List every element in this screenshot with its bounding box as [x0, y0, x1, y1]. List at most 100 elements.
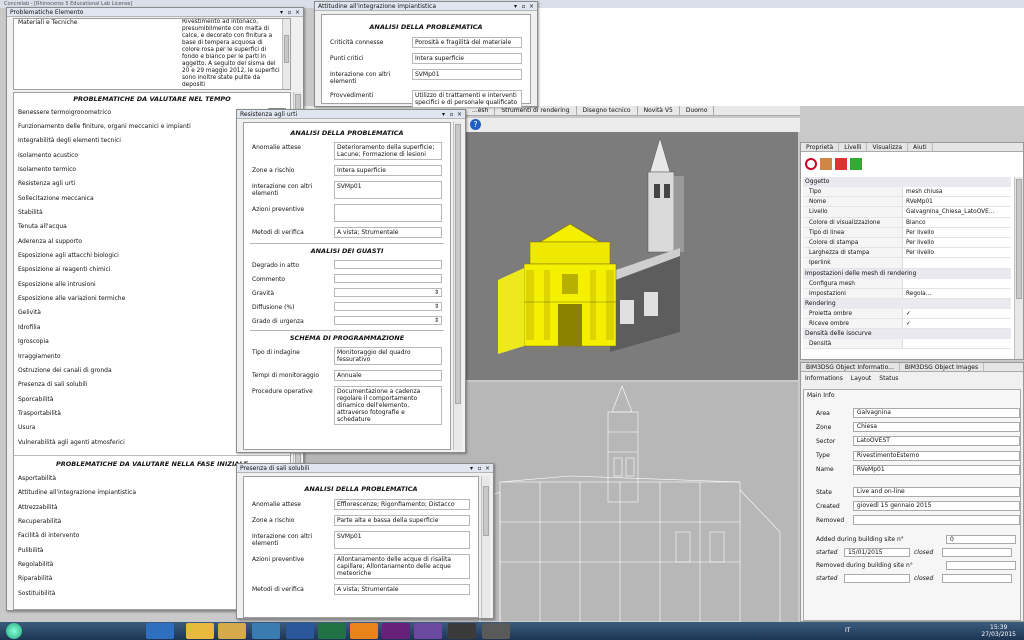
pin-icon[interactable]: ▾ — [279, 8, 284, 16]
tab-properties[interactable]: Proprietà — [801, 143, 840, 151]
field-value[interactable] — [334, 274, 442, 283]
field-value[interactable]: SVMp01 — [334, 531, 470, 549]
menu-layout[interactable]: Layout — [851, 375, 871, 383]
vlc-icon[interactable] — [350, 623, 378, 639]
clock[interactable]: 15:39 27/03/2015 — [981, 624, 1016, 638]
field-value[interactable]: Parte alta e bassa della superficie — [334, 515, 470, 526]
tab-bim-info[interactable]: BIM3DSG Object Informatio... — [801, 363, 900, 371]
dropdown-arrow-icon[interactable]: ⇕ — [434, 289, 439, 296]
tab-bim-images[interactable]: BIM3DSG Object Images — [900, 363, 985, 371]
sali-scrollbar[interactable] — [481, 476, 490, 618]
folder-icon[interactable] — [218, 623, 246, 639]
restore-icon[interactable]: ▫ — [477, 464, 482, 472]
tab-duomo[interactable]: Duomo — [680, 106, 715, 115]
closed-value-2[interactable] — [942, 574, 1012, 583]
properties-scrollbar[interactable] — [1014, 177, 1023, 359]
dropdown-arrow-icon[interactable]: ⇕ — [434, 317, 439, 324]
description-scrollbar[interactable] — [282, 19, 290, 89]
field-value[interactable]: Documentazione a cadenza regolare il com… — [334, 386, 442, 425]
field-value[interactable]: Porosità e fragilità del materiale — [412, 37, 522, 48]
field-value[interactable]: SVMp01 — [334, 181, 442, 199]
property-value[interactable]: RVeMp01 — [903, 197, 1011, 206]
help-icon[interactable]: ? — [470, 119, 481, 130]
menu-informations[interactable]: Informations — [805, 375, 843, 383]
property-value[interactable]: Galvagnina_Chiesa_LatoOVE... — [903, 207, 1011, 216]
close-icon[interactable]: × — [529, 2, 534, 10]
field-value[interactable]: Annuale — [334, 370, 442, 381]
visual-studio-icon[interactable] — [382, 623, 410, 639]
started-value-2[interactable] — [844, 574, 910, 583]
tab-technical-drawing[interactable]: Disegno tecnico — [577, 106, 638, 115]
menu-status[interactable]: Status — [879, 375, 898, 383]
close-icon[interactable]: × — [295, 8, 300, 16]
restore-icon[interactable]: ▫ — [521, 2, 526, 10]
material-icon[interactable] — [820, 158, 832, 170]
info-value[interactable]: Galvagnina — [852, 408, 1020, 419]
info-value[interactable] — [852, 515, 1020, 526]
info-value[interactable]: LatoOVEST — [852, 436, 1020, 447]
info-value[interactable]: RVeMp01 — [852, 464, 1020, 475]
explorer-icon[interactable] — [186, 623, 214, 639]
excel-icon[interactable] — [318, 623, 346, 639]
close-icon[interactable]: × — [457, 110, 462, 118]
word-icon[interactable] — [286, 623, 314, 639]
start-button[interactable] — [6, 623, 22, 639]
field-value[interactable] — [334, 204, 442, 222]
info-value[interactable]: Live and on-line — [852, 487, 1020, 498]
field-value[interactable]: ⇕ — [334, 316, 442, 325]
property-value[interactable]: Bianco — [903, 218, 1011, 227]
field-value[interactable]: Intera superficie — [334, 165, 442, 176]
property-value[interactable] — [903, 279, 1011, 288]
field-value[interactable]: Utilizzo di trattamenti e interventi spe… — [412, 90, 522, 108]
tab-display[interactable]: Visualizza — [867, 143, 909, 151]
removed-building-value[interactable] — [946, 561, 1016, 570]
command-history-area[interactable] — [536, 8, 1024, 106]
field-value[interactable]: Monitoraggio del quadro fessurativo — [334, 347, 442, 365]
dropdown-arrow-icon[interactable]: ⇕ — [434, 303, 439, 310]
remote-icon[interactable] — [252, 623, 280, 639]
sali-titlebar[interactable]: Presenza di sali solubili ▾ ▫ × — [237, 464, 493, 473]
restore-icon[interactable]: ▫ — [449, 110, 454, 118]
field-value[interactable]: ⇕ — [334, 302, 442, 311]
restore-icon[interactable]: ▫ — [287, 8, 292, 16]
pin-icon[interactable]: ▾ — [513, 2, 518, 10]
rhino-icon[interactable] — [448, 623, 476, 639]
info-value[interactable]: giovedì 15 gennaio 2015 — [852, 501, 1020, 512]
tab-help[interactable]: Aiuti — [908, 143, 933, 151]
started-value[interactable]: 15/01/2015 — [844, 548, 910, 557]
field-value[interactable]: ⇕ — [334, 288, 442, 297]
tool-icon[interactable] — [482, 623, 510, 639]
field-value[interactable]: A vista; Strumentale — [334, 227, 442, 238]
property-value[interactable]: Per livello — [903, 248, 1011, 257]
resistenza-scrollbar[interactable] — [453, 122, 462, 450]
field-value[interactable]: Allontanamento delle acque di risalita c… — [334, 554, 470, 579]
info-value[interactable]: Chiesa — [852, 422, 1020, 433]
texture-icon[interactable] — [850, 158, 862, 170]
pin-icon[interactable]: ▾ — [441, 110, 446, 118]
tab-layers[interactable]: Livelli — [839, 143, 868, 151]
property-value[interactable]: ✓ — [903, 309, 1011, 318]
close-icon[interactable]: × — [485, 464, 490, 472]
tab-new-v5[interactable]: Novità V5 — [638, 106, 680, 115]
resistenza-titlebar[interactable]: Resistenza agli urti ▾ ▫ × — [237, 110, 465, 119]
pin-icon[interactable]: ▾ — [469, 464, 474, 472]
field-value[interactable]: SVMp01 — [412, 69, 522, 80]
info-value[interactable]: RivestimentoEsterno — [852, 450, 1020, 461]
object-props-icon[interactable] — [805, 158, 817, 170]
light-icon[interactable] — [835, 158, 847, 170]
added-value[interactable]: 0 — [946, 535, 1016, 544]
field-value[interactable]: A vista; Strumentale — [334, 584, 470, 595]
property-value[interactable] — [903, 339, 1011, 348]
closed-value[interactable] — [942, 548, 1012, 557]
property-value[interactable] — [903, 258, 1011, 267]
ie-icon[interactable] — [146, 623, 174, 639]
materials-description[interactable]: Rivestimento ad intonaco, presumibilment… — [182, 19, 282, 89]
problematiche-titlebar[interactable]: Problematiche Elemento ▾ ▫ × — [7, 8, 303, 17]
app-icon[interactable] — [414, 623, 442, 639]
language-indicator[interactable]: IT — [845, 627, 850, 634]
field-value[interactable]: Deterioramento della superficie; Lacune;… — [334, 142, 442, 160]
property-value[interactable]: Regola... — [903, 289, 1011, 298]
property-value[interactable]: Per livello — [903, 228, 1011, 237]
property-value[interactable]: ✓ — [903, 319, 1011, 328]
property-value[interactable]: Per livello — [903, 238, 1011, 247]
